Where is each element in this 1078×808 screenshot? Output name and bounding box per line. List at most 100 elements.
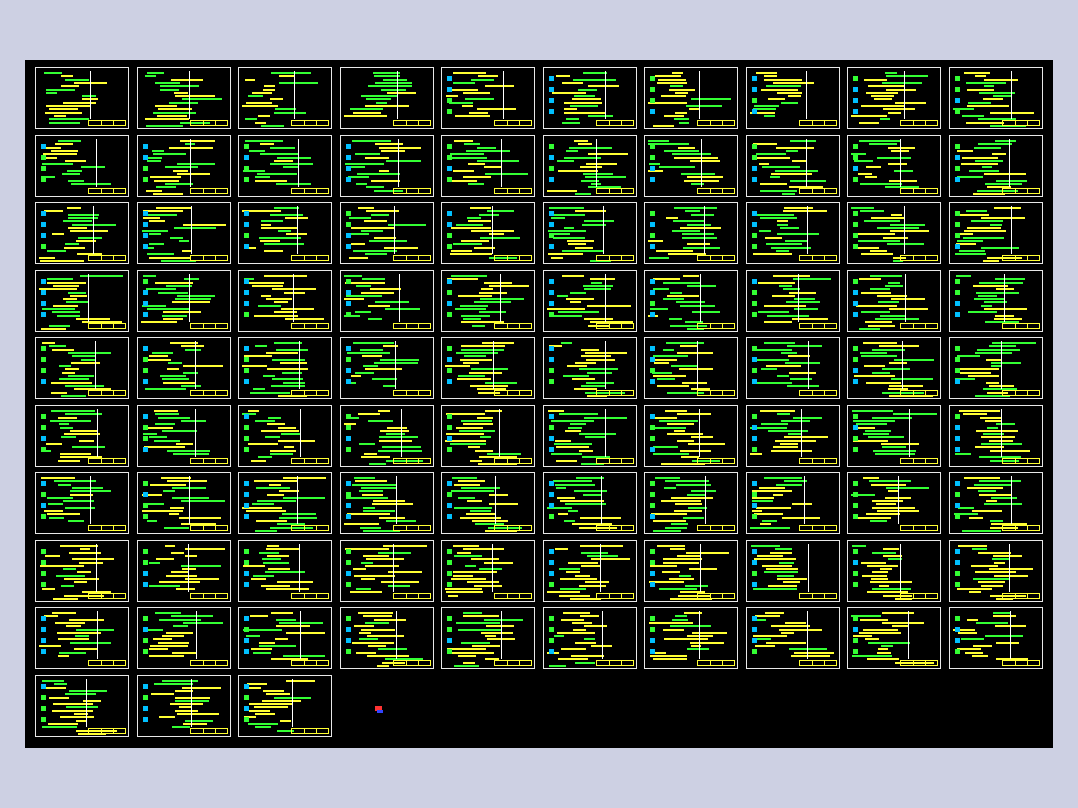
drawing-sheet[interactable] bbox=[847, 202, 941, 264]
drawing-sheet[interactable] bbox=[644, 135, 738, 197]
drawing-sheet[interactable] bbox=[746, 135, 840, 197]
drawing-sheet[interactable] bbox=[137, 202, 231, 264]
sheet-text-line bbox=[865, 321, 892, 324]
title-block bbox=[393, 120, 431, 126]
drawing-sheet[interactable] bbox=[238, 607, 332, 669]
drawing-sheet[interactable] bbox=[644, 337, 738, 399]
drawing-sheet[interactable] bbox=[543, 202, 637, 264]
drawing-sheet[interactable] bbox=[543, 337, 637, 399]
drawing-sheet[interactable] bbox=[35, 202, 129, 264]
drawing-sheet[interactable] bbox=[137, 270, 231, 332]
drawing-sheet[interactable] bbox=[340, 270, 434, 332]
drawing-sheet[interactable] bbox=[543, 607, 637, 669]
drawing-sheet[interactable] bbox=[340, 202, 434, 264]
drawing-sheet[interactable] bbox=[238, 202, 332, 264]
drawing-sheet[interactable] bbox=[949, 607, 1043, 669]
drawing-sheet[interactable] bbox=[238, 540, 332, 602]
drawing-sheet[interactable] bbox=[847, 405, 941, 467]
drawing-sheet[interactable] bbox=[340, 540, 434, 602]
drawing-sheet[interactable] bbox=[340, 405, 434, 467]
drawing-sheet[interactable] bbox=[238, 472, 332, 534]
sheet-text-line bbox=[461, 641, 490, 644]
drawing-sheet[interactable] bbox=[746, 540, 840, 602]
drawing-sheet[interactable] bbox=[137, 472, 231, 534]
drawing-sheet[interactable] bbox=[35, 337, 129, 399]
drawing-sheet[interactable] bbox=[746, 337, 840, 399]
sheet-divider bbox=[701, 139, 702, 187]
drawing-sheet[interactable] bbox=[949, 270, 1043, 332]
drawing-sheet[interactable] bbox=[137, 540, 231, 602]
drawing-sheet[interactable] bbox=[441, 202, 535, 264]
drawing-sheet[interactable] bbox=[847, 337, 941, 399]
drawing-sheet[interactable] bbox=[949, 405, 1043, 467]
drawing-sheet[interactable] bbox=[644, 472, 738, 534]
drawing-sheet[interactable] bbox=[137, 337, 231, 399]
drawing-sheet[interactable] bbox=[441, 540, 535, 602]
drawing-sheet[interactable] bbox=[746, 67, 840, 129]
drawing-sheet[interactable] bbox=[746, 472, 840, 534]
drawing-sheet[interactable] bbox=[644, 607, 738, 669]
drawing-sheet[interactable] bbox=[35, 270, 129, 332]
drawing-sheet[interactable] bbox=[543, 270, 637, 332]
drawing-sheet[interactable] bbox=[238, 337, 332, 399]
drawing-sheet[interactable] bbox=[35, 405, 129, 467]
drawing-sheet[interactable] bbox=[35, 472, 129, 534]
drawing-sheet[interactable] bbox=[847, 270, 941, 332]
drawing-sheet[interactable] bbox=[238, 135, 332, 197]
drawing-sheet[interactable] bbox=[847, 607, 941, 669]
drawing-canvas[interactable] bbox=[25, 60, 1053, 748]
drawing-sheet[interactable] bbox=[543, 472, 637, 534]
drawing-sheet[interactable] bbox=[137, 405, 231, 467]
drawing-sheet[interactable] bbox=[949, 472, 1043, 534]
drawing-sheet[interactable] bbox=[543, 67, 637, 129]
drawing-sheet[interactable] bbox=[644, 202, 738, 264]
drawing-sheet[interactable] bbox=[441, 67, 535, 129]
drawing-sheet[interactable] bbox=[644, 540, 738, 602]
drawing-sheet[interactable] bbox=[340, 472, 434, 534]
drawing-sheet[interactable] bbox=[543, 135, 637, 197]
drawing-sheet[interactable] bbox=[746, 405, 840, 467]
drawing-sheet[interactable] bbox=[137, 67, 231, 129]
drawing-sheet[interactable] bbox=[949, 337, 1043, 399]
drawing-sheet[interactable] bbox=[847, 540, 941, 602]
drawing-sheet[interactable] bbox=[543, 405, 637, 467]
drawing-sheet[interactable] bbox=[238, 405, 332, 467]
drawing-sheet[interactable] bbox=[644, 67, 738, 129]
drawing-sheet[interactable] bbox=[137, 607, 231, 669]
drawing-sheet[interactable] bbox=[949, 202, 1043, 264]
drawing-sheet[interactable] bbox=[644, 405, 738, 467]
drawing-sheet[interactable] bbox=[137, 135, 231, 197]
drawing-sheet[interactable] bbox=[340, 337, 434, 399]
drawing-sheet[interactable] bbox=[340, 135, 434, 197]
drawing-sheet[interactable] bbox=[543, 540, 637, 602]
drawing-sheet[interactable] bbox=[644, 270, 738, 332]
drawing-sheet[interactable] bbox=[340, 67, 434, 129]
drawing-sheet[interactable] bbox=[441, 607, 535, 669]
drawing-sheet[interactable] bbox=[35, 675, 129, 737]
drawing-sheet[interactable] bbox=[949, 540, 1043, 602]
drawing-sheet[interactable] bbox=[441, 405, 535, 467]
drawing-sheet[interactable] bbox=[847, 135, 941, 197]
drawing-sheet[interactable] bbox=[137, 675, 231, 737]
drawing-sheet[interactable] bbox=[441, 472, 535, 534]
drawing-sheet[interactable] bbox=[238, 67, 332, 129]
drawing-sheet[interactable] bbox=[949, 135, 1043, 197]
drawing-sheet[interactable] bbox=[746, 270, 840, 332]
drawing-sheet[interactable] bbox=[35, 540, 129, 602]
drawing-sheet[interactable] bbox=[35, 607, 129, 669]
drawing-sheet[interactable] bbox=[238, 675, 332, 737]
drawing-sheet[interactable] bbox=[441, 270, 535, 332]
drawing-sheet[interactable] bbox=[340, 607, 434, 669]
drawing-sheet[interactable] bbox=[847, 472, 941, 534]
drawing-sheet[interactable] bbox=[441, 337, 535, 399]
drawing-sheet[interactable] bbox=[746, 607, 840, 669]
drawing-sheet[interactable] bbox=[441, 135, 535, 197]
sheet-text-line bbox=[181, 384, 201, 387]
drawing-sheet[interactable] bbox=[35, 67, 129, 129]
drawing-sheet[interactable] bbox=[847, 67, 941, 129]
drawing-sheet[interactable] bbox=[746, 202, 840, 264]
drawing-sheet[interactable] bbox=[949, 67, 1043, 129]
drawing-sheet[interactable] bbox=[238, 270, 332, 332]
sheet-text-line bbox=[286, 631, 325, 634]
drawing-sheet[interactable] bbox=[35, 135, 129, 197]
